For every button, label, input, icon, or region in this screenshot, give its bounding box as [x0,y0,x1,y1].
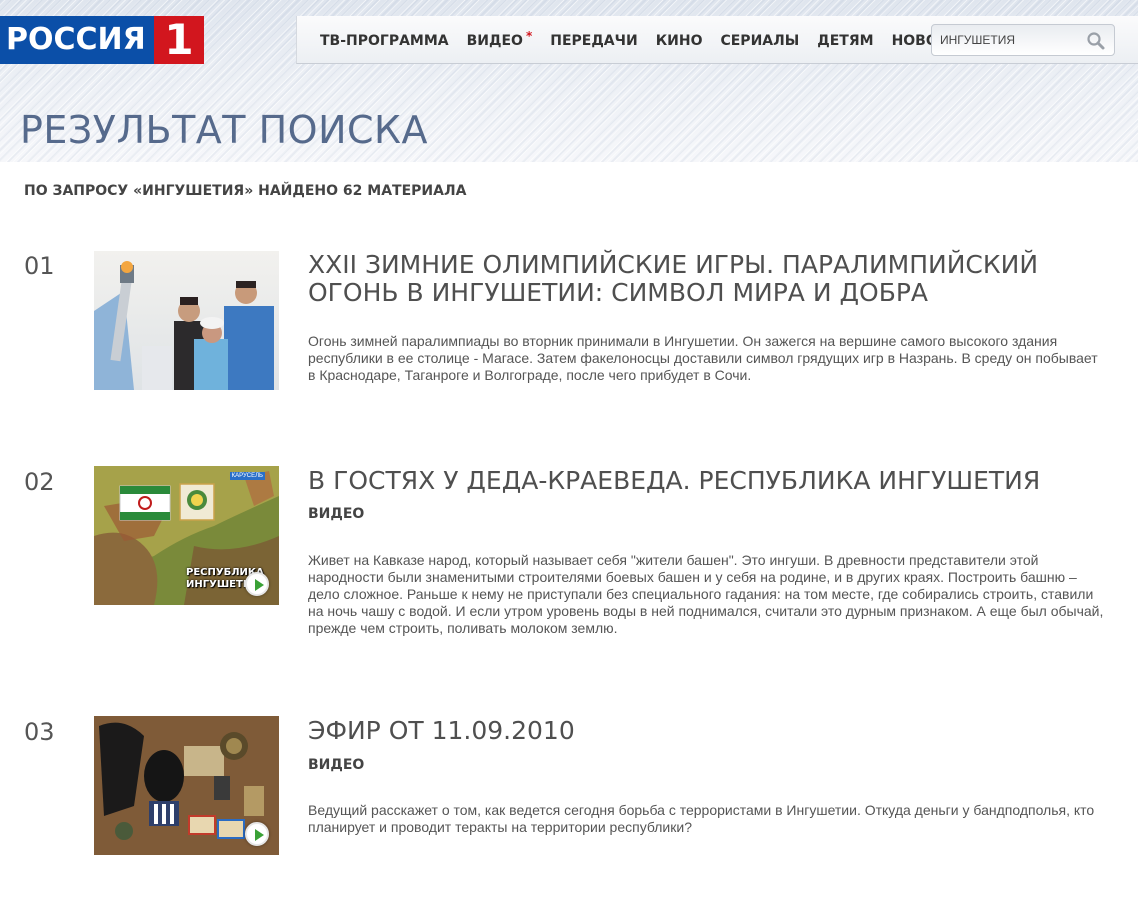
new-star-icon: * [525,29,533,43]
nav-item-series[interactable]: СЕРИАЛЫ [711,16,808,64]
nav-item-tv-program[interactable]: ТВ-ПРОГРАММА [297,16,458,64]
result-title-link[interactable]: ЭФИР ОТ 11.09.2010 [308,717,1108,745]
nav-item-video[interactable]: ВИДЕО * [458,16,542,64]
result-thumbnail[interactable] [94,716,279,855]
search-icon[interactable] [1086,31,1106,51]
logo-number: 1 [154,16,204,64]
result-description: Живет на Кавказе народ, который называет… [308,552,1104,636]
result-thumbnail[interactable]: КАРУСЕЛЬ РЕСПУБЛИКА ИНГУШЕТИЯ [94,466,279,605]
result-number: 02 [24,468,55,496]
nav-item-kids[interactable]: ДЕТЯМ [808,16,882,64]
result-title-link[interactable]: В ГОСТЯХ У ДЕДА-КРАЕВЕДА. РЕСПУБЛИКА ИНГ… [308,467,1108,495]
page-title: РЕЗУЛЬТАТ ПОИСКА [20,108,429,152]
search-box [931,24,1115,56]
result-thumbnail[interactable] [94,251,279,390]
nav-item-label: ТВ-ПРОГРАММА [320,33,449,49]
play-icon[interactable] [245,822,269,846]
results-count: ПО ЗАПРОСУ «ИНГУШЕТИЯ» НАЙДЕНО 62 МАТЕРИ… [24,183,467,199]
result-description: Огонь зимней паралимпиады во вторник при… [308,333,1098,383]
nav-list: ТВ-ПРОГРАММА ВИДЕО * ПЕРЕДАЧИ КИНО СЕРИАЛ… [297,16,978,64]
nav-item-shows[interactable]: ПЕРЕДАЧИ [541,16,646,64]
result-title-link[interactable]: XXII ЗИМНИЕ ОЛИМПИЙСКИЕ ИГРЫ. ПАРАЛИМПИЙ… [308,251,1108,307]
channel-logo: КАРУСЕЛЬ [229,472,265,480]
play-icon[interactable] [245,572,269,596]
main-nav: ТВ-ПРОГРАММА ВИДЕО * ПЕРЕДАЧИ КИНО СЕРИАЛ… [296,16,1138,64]
result-type: ВИДЕО [308,757,365,773]
result-description: Ведущий расскажет о том, как ведется сег… [308,802,1095,835]
nav-item-label: ДЕТЯМ [817,33,874,49]
nav-item-label: ПЕРЕДАЧИ [550,33,638,49]
nav-item-label: КИНО [655,33,703,49]
logo-word: РОССИЯ [0,16,154,64]
search-input[interactable] [940,29,1080,51]
nav-item-cinema[interactable]: КИНО [647,16,712,64]
site-logo[interactable]: РОССИЯ 1 [0,16,204,64]
nav-item-label: ВИДЕО [466,33,523,49]
result-number: 03 [24,718,55,746]
nav-item-label: СЕРИАЛЫ [720,33,800,49]
result-type: ВИДЕО [308,506,365,522]
result-number: 01 [24,252,55,280]
